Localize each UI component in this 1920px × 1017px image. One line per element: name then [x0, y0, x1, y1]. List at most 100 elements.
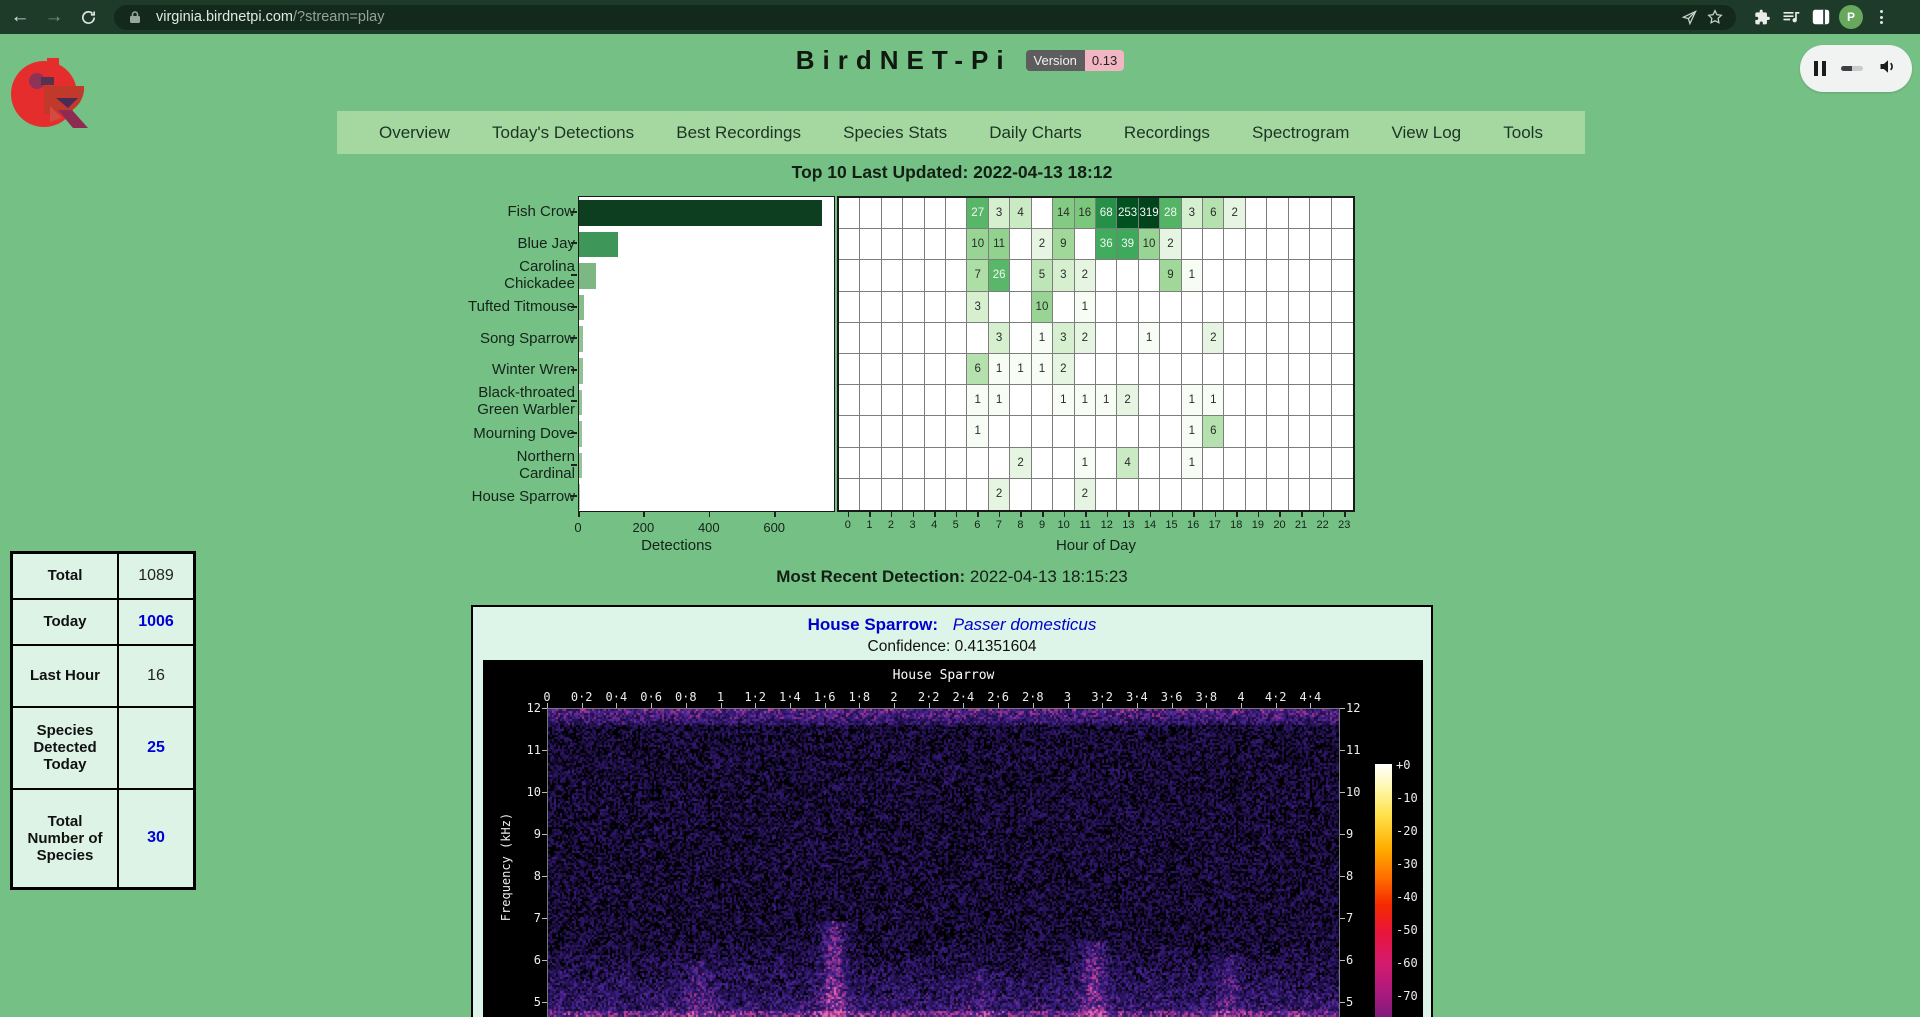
heatmap-cell	[903, 292, 924, 323]
heatmap-cell	[882, 229, 903, 260]
nav-item-spectrogram[interactable]: Spectrogram	[1252, 123, 1349, 143]
heatmap-cell: 1	[967, 416, 988, 447]
heatmap-cell: 1	[1075, 448, 1096, 479]
audio-player[interactable]	[1800, 45, 1912, 92]
menu-dots-icon[interactable]	[1866, 3, 1896, 31]
heatmap-cell: 10	[1139, 229, 1160, 260]
nav-menu: Overview Today's Detections Best Recording…	[337, 111, 1585, 154]
species-common-link[interactable]: House Sparrow:	[808, 615, 938, 634]
time-tick	[790, 703, 791, 708]
detection-species-line: House Sparrow: Passer domesticus	[473, 615, 1431, 635]
avatar[interactable]: P	[1836, 3, 1866, 31]
heatmap-cell	[1010, 479, 1031, 510]
time-tick	[686, 703, 687, 708]
forward-icon[interactable]: →	[40, 3, 68, 31]
heatmap-cell	[839, 354, 860, 385]
heatmap-cell: 1	[1182, 260, 1203, 291]
heatmap-cell	[1117, 354, 1138, 385]
stats-value[interactable]: 25	[118, 707, 195, 789]
freq-tick	[1340, 834, 1345, 835]
heatmap-cell	[1096, 448, 1117, 479]
hour-label: 15	[1165, 519, 1177, 531]
heatmap-cell	[1139, 354, 1160, 385]
media-playlist-icon[interactable]	[1776, 3, 1806, 31]
heatmap-cell	[1246, 198, 1267, 229]
heatmap-cell	[1332, 198, 1353, 229]
heatmap-cell	[1053, 416, 1074, 447]
spectrogram-plot	[547, 708, 1340, 1017]
time-label: 0·6	[640, 690, 662, 704]
y-tick	[571, 400, 577, 402]
heatmap-cell	[1289, 323, 1310, 354]
heatmap-cell: 3	[967, 292, 988, 323]
heatmap-cell: 10	[1032, 292, 1053, 323]
freq-tick	[542, 708, 547, 709]
y-tick	[571, 337, 577, 339]
heatmap-cell	[1289, 385, 1310, 416]
heatmap-cell	[903, 260, 924, 291]
heatmap-cell	[1310, 198, 1331, 229]
y-tick	[571, 242, 577, 244]
confidence-line: Confidence: 0.41351604	[473, 638, 1431, 656]
heatmap-cell	[1310, 354, 1331, 385]
heatmap-cell	[1224, 416, 1245, 447]
stats-value[interactable]: 1006	[118, 599, 195, 645]
heatmap-cell	[925, 198, 946, 229]
lock-icon	[122, 5, 148, 30]
time-tick	[1206, 703, 1207, 708]
heatmap-cell	[946, 260, 967, 291]
nav-item-tools[interactable]: Tools	[1503, 123, 1543, 143]
species-label: Fish Crow	[415, 203, 575, 220]
nav-item-species-stats[interactable]: Species Stats	[843, 123, 947, 143]
send-icon[interactable]	[1676, 5, 1702, 30]
time-tick	[721, 703, 722, 708]
heatmap-cell	[1203, 292, 1224, 323]
detections-bar	[579, 358, 583, 384]
heatmap-cell	[1032, 385, 1053, 416]
heatmap-cell	[882, 416, 903, 447]
heatmap-cell	[1032, 448, 1053, 479]
heatmap-cell	[1310, 416, 1331, 447]
heatmap-cell	[1010, 260, 1031, 291]
heatmap-cell	[1332, 354, 1353, 385]
audio-progress-slider[interactable]	[1841, 66, 1863, 71]
heatmap-cell	[903, 323, 924, 354]
nav-item-best-recordings[interactable]: Best Recordings	[676, 123, 801, 143]
heatmap-cell	[860, 198, 881, 229]
heatmap-cell	[946, 323, 967, 354]
time-tick	[651, 703, 652, 708]
volume-icon[interactable]	[1877, 56, 1898, 82]
nav-item-view-log[interactable]: View Log	[1392, 123, 1462, 143]
pause-button[interactable]	[1814, 61, 1826, 76]
star-icon[interactable]	[1702, 5, 1728, 30]
nav-item-overview[interactable]: Overview	[379, 123, 450, 143]
heatmap-cell	[1010, 416, 1031, 447]
time-label: 3·6	[1161, 690, 1183, 704]
spectrogram-colorbar	[1375, 764, 1392, 1017]
heatmap-cell: 2	[1203, 323, 1224, 354]
heatmap-cell: 2	[1117, 385, 1138, 416]
heatmap-cell	[1267, 354, 1288, 385]
heatmap-cell	[925, 292, 946, 323]
back-icon[interactable]: ←	[6, 3, 34, 31]
reload-icon[interactable]	[74, 3, 102, 31]
heatmap-cell	[1117, 260, 1138, 291]
stats-value[interactable]: 30	[118, 789, 195, 889]
heatmap-cell	[1139, 416, 1160, 447]
browser-chrome: ← → virginia.birdnetpi.com/?stream=play	[0, 0, 1920, 34]
heatmap-cell: 1	[1075, 292, 1096, 323]
nav-item-daily-charts[interactable]: Daily Charts	[989, 123, 1082, 143]
nav-item-today-s-detections[interactable]: Today's Detections	[492, 123, 634, 143]
extensions-icon[interactable]	[1746, 3, 1776, 31]
nav-item-recordings[interactable]: Recordings	[1124, 123, 1210, 143]
side-panel-icon[interactable]	[1806, 3, 1836, 31]
heatmap-cell	[1224, 479, 1245, 510]
heatmap-cell	[1289, 354, 1310, 385]
detections-bar	[579, 326, 583, 352]
colorbar-label: -40	[1396, 890, 1418, 904]
heatmap-cell	[1246, 292, 1267, 323]
heatmap-cell	[1182, 229, 1203, 260]
heatmap-cell	[1160, 385, 1181, 416]
heatmap-cell: 36	[1096, 229, 1117, 260]
url-bar[interactable]: virginia.birdnetpi.com/?stream=play	[114, 5, 1736, 30]
